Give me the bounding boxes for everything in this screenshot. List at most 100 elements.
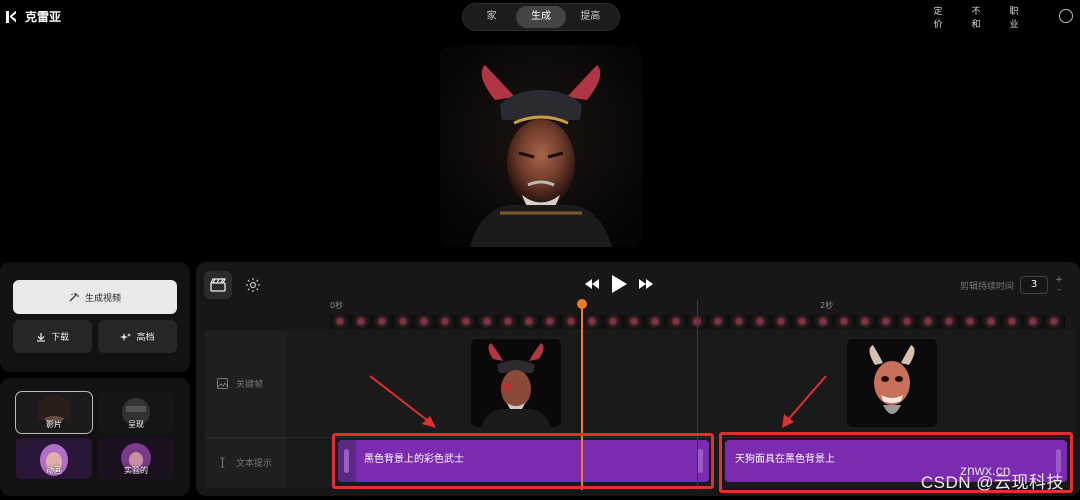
film-frame	[498, 315, 519, 329]
keyframe-tengu-mask[interactable]	[847, 339, 937, 427]
image-icon	[217, 378, 228, 389]
text-prompt-row-label: 文本提示	[217, 456, 272, 469]
playhead-line[interactable]	[581, 304, 583, 490]
film-frame	[414, 315, 435, 329]
clip-duration-label: 剪辑持续时间	[959, 282, 1014, 292]
upscale-button[interactable]: 高档	[98, 320, 177, 353]
clip-handle-left[interactable]	[344, 449, 349, 473]
ruler-mid-label: 2秒	[820, 301, 834, 310]
style-label: 影片	[46, 420, 62, 429]
film-frame	[519, 315, 540, 329]
clapperboard-button[interactable]	[204, 271, 232, 299]
stepper-down[interactable]: -	[1055, 285, 1063, 295]
style-experimental[interactable]: 实验的	[98, 438, 174, 479]
top-links: 定价 不和 职业	[932, 6, 1020, 32]
video-preview	[440, 45, 642, 247]
keyframes-label: 关键帧	[236, 380, 264, 390]
film-frame	[372, 315, 393, 329]
clapperboard-icon	[210, 278, 226, 292]
download-icon	[36, 332, 45, 342]
app-logo[interactable]: 克雷亚	[6, 8, 61, 25]
film-frame	[624, 315, 645, 329]
download-button[interactable]: 下载	[13, 320, 92, 353]
film-frame	[939, 315, 960, 329]
film-frame	[855, 315, 876, 329]
clip-duration-input[interactable]: 3	[1020, 276, 1048, 294]
style-cinematic[interactable]: 影片	[15, 391, 93, 434]
film-frame	[666, 315, 687, 329]
film-frame	[1023, 315, 1044, 329]
fast-forward-icon[interactable]	[638, 278, 654, 290]
nav-generate[interactable]: 生成	[516, 6, 566, 28]
generate-video-button[interactable]: 生成视频	[13, 280, 177, 314]
style-anime[interactable]: 动画	[16, 438, 92, 479]
sparkle-icon	[120, 332, 132, 341]
style-render[interactable]: 呈现	[98, 392, 174, 433]
play-icon[interactable]	[610, 274, 628, 294]
profile-icon[interactable]	[1059, 9, 1073, 23]
text-clip-1[interactable]: 黑色背景上的彩色武士	[338, 440, 709, 482]
film-frame	[918, 315, 939, 329]
app-title: 克雷亚	[25, 10, 62, 24]
jobs-link[interactable]: 职业	[1008, 6, 1020, 32]
style-label: 动画	[46, 466, 62, 475]
film-frame	[729, 315, 750, 329]
film-frame	[582, 315, 603, 329]
film-frame	[876, 315, 897, 329]
film-frame	[981, 315, 1002, 329]
film-frame	[813, 315, 834, 329]
ruler-start-label: 0秒	[330, 301, 344, 310]
film-frame	[393, 315, 414, 329]
logo-icon	[6, 10, 17, 24]
pricing-link[interactable]: 定价	[932, 6, 944, 32]
film-frame	[603, 315, 624, 329]
film-frame	[645, 315, 666, 329]
clip-boundary-line	[697, 300, 698, 490]
film-frame	[330, 315, 351, 329]
nav-enhance[interactable]: 提高	[566, 6, 615, 28]
keyframe-warrior[interactable]	[471, 339, 561, 427]
style-label: 实验的	[124, 466, 148, 475]
settings-button[interactable]	[239, 271, 267, 299]
upscale-label: 高档	[136, 333, 155, 343]
duration-stepper[interactable]: + -	[1055, 275, 1063, 295]
film-frame	[750, 315, 771, 329]
film-frame	[540, 315, 561, 329]
film-frame	[1002, 315, 1023, 329]
warrior-portrait-image	[440, 45, 642, 247]
film-frame	[561, 315, 582, 329]
warrior-keyframe-image	[471, 339, 561, 427]
watermark-overlay: znwx.cn	[960, 462, 1011, 478]
clip-handle-right[interactable]	[698, 449, 703, 473]
text-prompt-label: 文本提示	[236, 459, 273, 469]
film-frame	[897, 315, 918, 329]
film-frame	[960, 315, 981, 329]
film-frame	[456, 315, 477, 329]
film-frame	[477, 315, 498, 329]
generate-video-label: 生成视频	[84, 293, 121, 304]
download-label: 下载	[50, 333, 69, 343]
actions-panel	[0, 262, 190, 372]
annotation-arrow-1	[369, 375, 436, 428]
film-frame	[351, 315, 372, 329]
gear-icon	[246, 278, 260, 292]
film-frame	[435, 315, 456, 329]
nav-home[interactable]: 家	[467, 6, 516, 28]
track-divider	[205, 437, 1075, 438]
magic-wand-icon	[69, 293, 79, 302]
discord-link[interactable]: 不和	[970, 6, 982, 32]
annotation-arrow-2	[782, 375, 827, 428]
style-label: 呈现	[128, 420, 144, 429]
film-frame	[792, 315, 813, 329]
text-cursor-icon	[220, 457, 225, 468]
rewind-icon[interactable]	[584, 278, 600, 290]
film-frame	[834, 315, 855, 329]
playback-controls	[584, 274, 654, 294]
clip-2-text: 天狗面具在黑色背景上	[735, 454, 835, 465]
film-frame	[771, 315, 792, 329]
tengu-mask-keyframe-image	[847, 339, 937, 427]
film-frame	[708, 315, 729, 329]
stepper-up[interactable]: +	[1055, 275, 1063, 285]
clip-1-text: 黑色背景上的彩色武士	[364, 454, 464, 465]
playhead-handle[interactable]	[577, 299, 587, 309]
